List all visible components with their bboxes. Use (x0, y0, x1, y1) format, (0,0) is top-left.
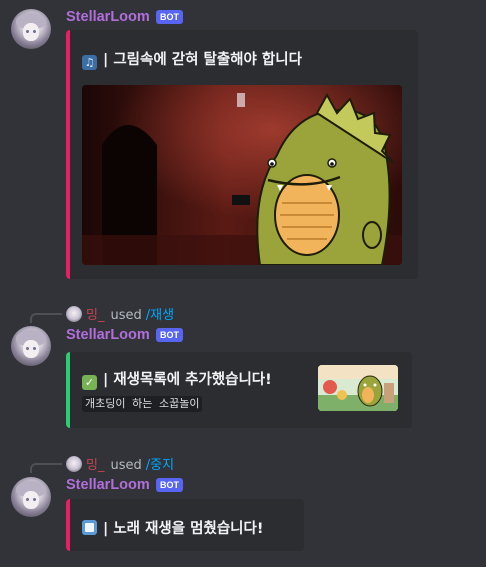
embed-thumbnail[interactable] (318, 365, 398, 411)
embed-thumbnail-illustration (318, 365, 398, 411)
reply-verb: used (110, 458, 142, 473)
avatar[interactable] (11, 326, 51, 366)
bot-badge: BOT (156, 478, 183, 492)
bot-badge: BOT (156, 328, 183, 342)
stop-square-icon (82, 520, 97, 535)
reply-context[interactable]: 밍_ used/중지 (66, 454, 174, 473)
reply-verb: used (110, 308, 142, 323)
reply-connector (30, 463, 62, 473)
embed-description: 개초딩이 하는 소꿉놀이 (82, 396, 203, 412)
reply-avatar (66, 456, 82, 472)
author-name[interactable]: StellarLoom (66, 477, 150, 493)
reply-context[interactable]: 밍_ used/재생 (66, 304, 174, 323)
reply-command[interactable]: /재생 (146, 308, 174, 323)
music-notes-icon: ♫ (82, 55, 97, 70)
embed-title: | 노래 재생을 멈췄습니다! (82, 517, 263, 538)
embed-accent-bar (66, 499, 70, 551)
reply-connector (30, 313, 62, 323)
reply-command[interactable]: /중지 (146, 458, 174, 473)
check-mark-icon: ✓ (82, 375, 97, 390)
embed-title: ✓ | 재생목록에 추가했습니다! (82, 368, 272, 390)
embed-image-illustration (82, 85, 402, 265)
reply-username[interactable]: 밍_ (86, 458, 104, 473)
avatar[interactable] (11, 9, 51, 49)
embed-accent-bar (66, 30, 70, 279)
author-name[interactable]: StellarLoom (66, 9, 150, 25)
reply-username[interactable]: 밍_ (86, 308, 104, 323)
embed-title-text: | 노래 재생을 멈췄습니다! (103, 521, 264, 537)
embed-image[interactable] (82, 85, 402, 265)
bot-badge: BOT (156, 10, 183, 24)
embed-accent-bar (66, 352, 70, 428)
author-name[interactable]: StellarLoom (66, 327, 150, 343)
reply-avatar (66, 306, 82, 322)
embed-title-text: | 재생목록에 추가했습니다! (103, 372, 272, 388)
embed-title-text: | 그림속에 갇혀 탈출해야 합니다 (103, 52, 302, 68)
avatar[interactable] (11, 477, 51, 517)
embed-title: ♫ | 그림속에 갇혀 탈출해야 합니다 (82, 48, 302, 70)
